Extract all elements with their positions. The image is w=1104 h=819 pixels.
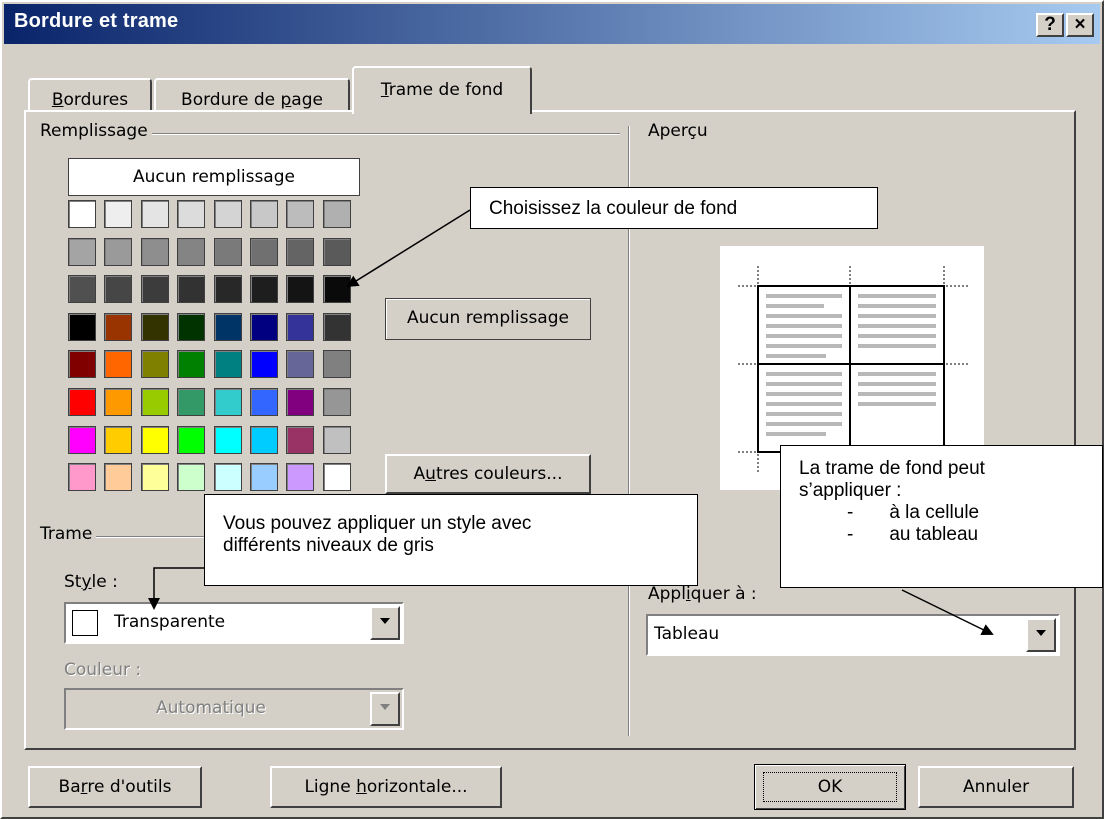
- arrow-to-style: [148, 567, 204, 610]
- list-text: à la cellule: [889, 502, 980, 523]
- dialog-window: Bordure et trame ? × Bordures Bordure de…: [0, 0, 1104, 819]
- arrow-to-palette: [346, 209, 471, 288]
- callout-list-item: - au tableau: [847, 524, 1102, 546]
- callout-line: s’appliquer :: [799, 480, 902, 501]
- callout-style: Vous pouvez appliquer un style avec diff…: [204, 494, 698, 586]
- list-dash: -: [847, 502, 854, 523]
- callout-list-item: - à la cellule: [847, 502, 1102, 524]
- list-text: au tableau: [889, 524, 979, 545]
- callout-line: Vous pouvez appliquer un style avec: [223, 513, 532, 534]
- callout-line: La trame de fond peut: [799, 458, 985, 479]
- callout-background-color: Choisissez la couleur de fond: [470, 187, 878, 229]
- callout-apply-to: La trame de fond peut s’appliquer : - à l…: [780, 445, 1103, 588]
- callout-line: différents niveaux de gris: [223, 535, 434, 556]
- arrow-to-apply: [901, 589, 994, 635]
- annotation-arrows: [148, 209, 994, 635]
- list-dash: -: [847, 524, 854, 545]
